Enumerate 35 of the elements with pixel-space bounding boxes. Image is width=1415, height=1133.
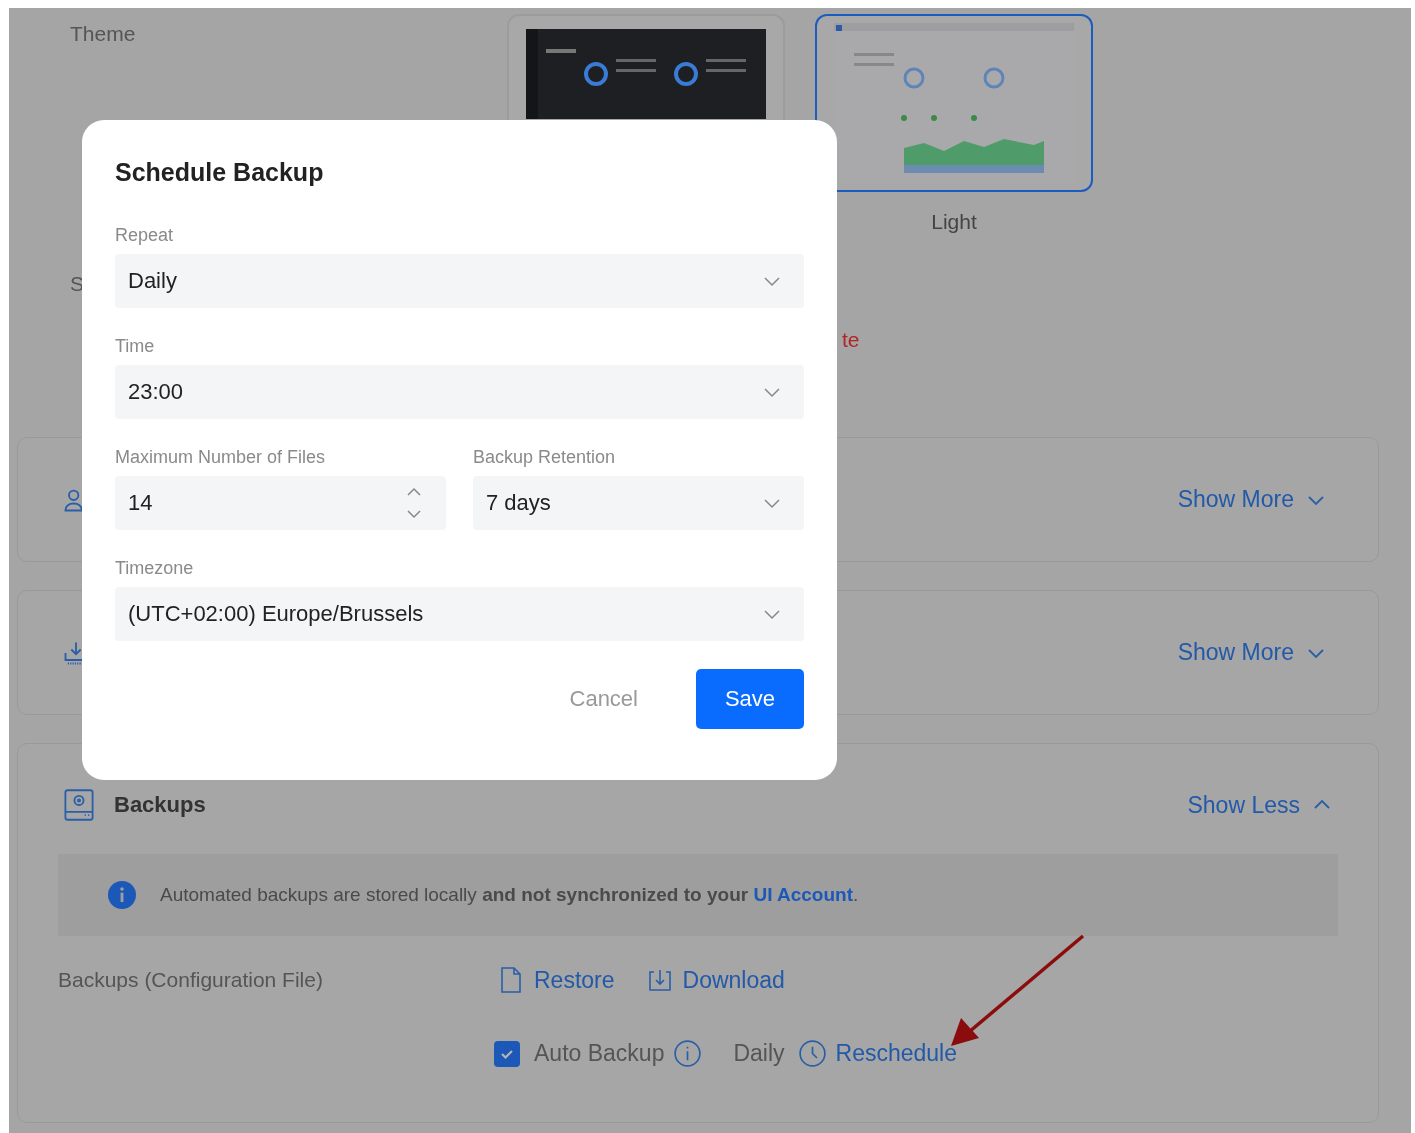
auto-backup-checkbox[interactable] <box>494 1040 520 1067</box>
show-more-button[interactable]: Show More <box>1177 639 1326 666</box>
reschedule-link[interactable]: Reschedule <box>788 1040 957 1067</box>
cancel-button[interactable]: Cancel <box>541 676 666 722</box>
field-label: Repeat <box>115 225 175 246</box>
restore-link[interactable]: Restore <box>498 966 615 994</box>
backup-notice-text: Automated backups are stored locally and not synchronized to your UI Account. <box>160 884 859 906</box>
field-label: Timezone <box>115 558 195 579</box>
info-icon[interactable] <box>674 1040 702 1067</box>
theme-option[interactable] <box>815 14 1093 192</box>
dropdown-field[interactable]: (UTC+02:00) Europe/Brussels <box>115 587 804 641</box>
download-link[interactable]: Download <box>646 966 785 994</box>
theme-label: Theme <box>70 22 136 45</box>
schedule-text: Daily <box>733 1040 785 1067</box>
theme-option-label: Light <box>931 210 977 234</box>
dropdown-field[interactable]: Daily <box>115 254 804 308</box>
info-icon <box>108 881 136 909</box>
account-link[interactable]: UI Account <box>753 884 853 905</box>
field-label: Time <box>115 336 156 357</box>
backups-title: Backups <box>114 792 206 818</box>
show-more-button[interactable]: Show More <box>1177 486 1326 513</box>
show-less-button[interactable]: Show Less <box>1187 791 1332 819</box>
auto-backup-label: Auto Backup <box>534 1040 665 1067</box>
config-file-label: Backups (Configuration File) <box>58 968 324 992</box>
dropdown-field[interactable]: 23:00 <box>115 365 804 419</box>
field-label: Backup Retention <box>473 447 617 468</box>
number-field[interactable]: 14 <box>115 476 446 530</box>
dialog-title: Schedule Backup <box>115 158 325 187</box>
dropdown-field[interactable]: 7 days <box>473 476 804 530</box>
field-label: Maximum Number of Files <box>115 447 327 468</box>
file-icon <box>498 966 524 994</box>
setting-link[interactable]: te <box>842 328 860 352</box>
save-button[interactable]: Save <box>696 669 804 729</box>
clock-icon <box>798 1040 826 1067</box>
hard-drive-icon <box>62 788 96 822</box>
